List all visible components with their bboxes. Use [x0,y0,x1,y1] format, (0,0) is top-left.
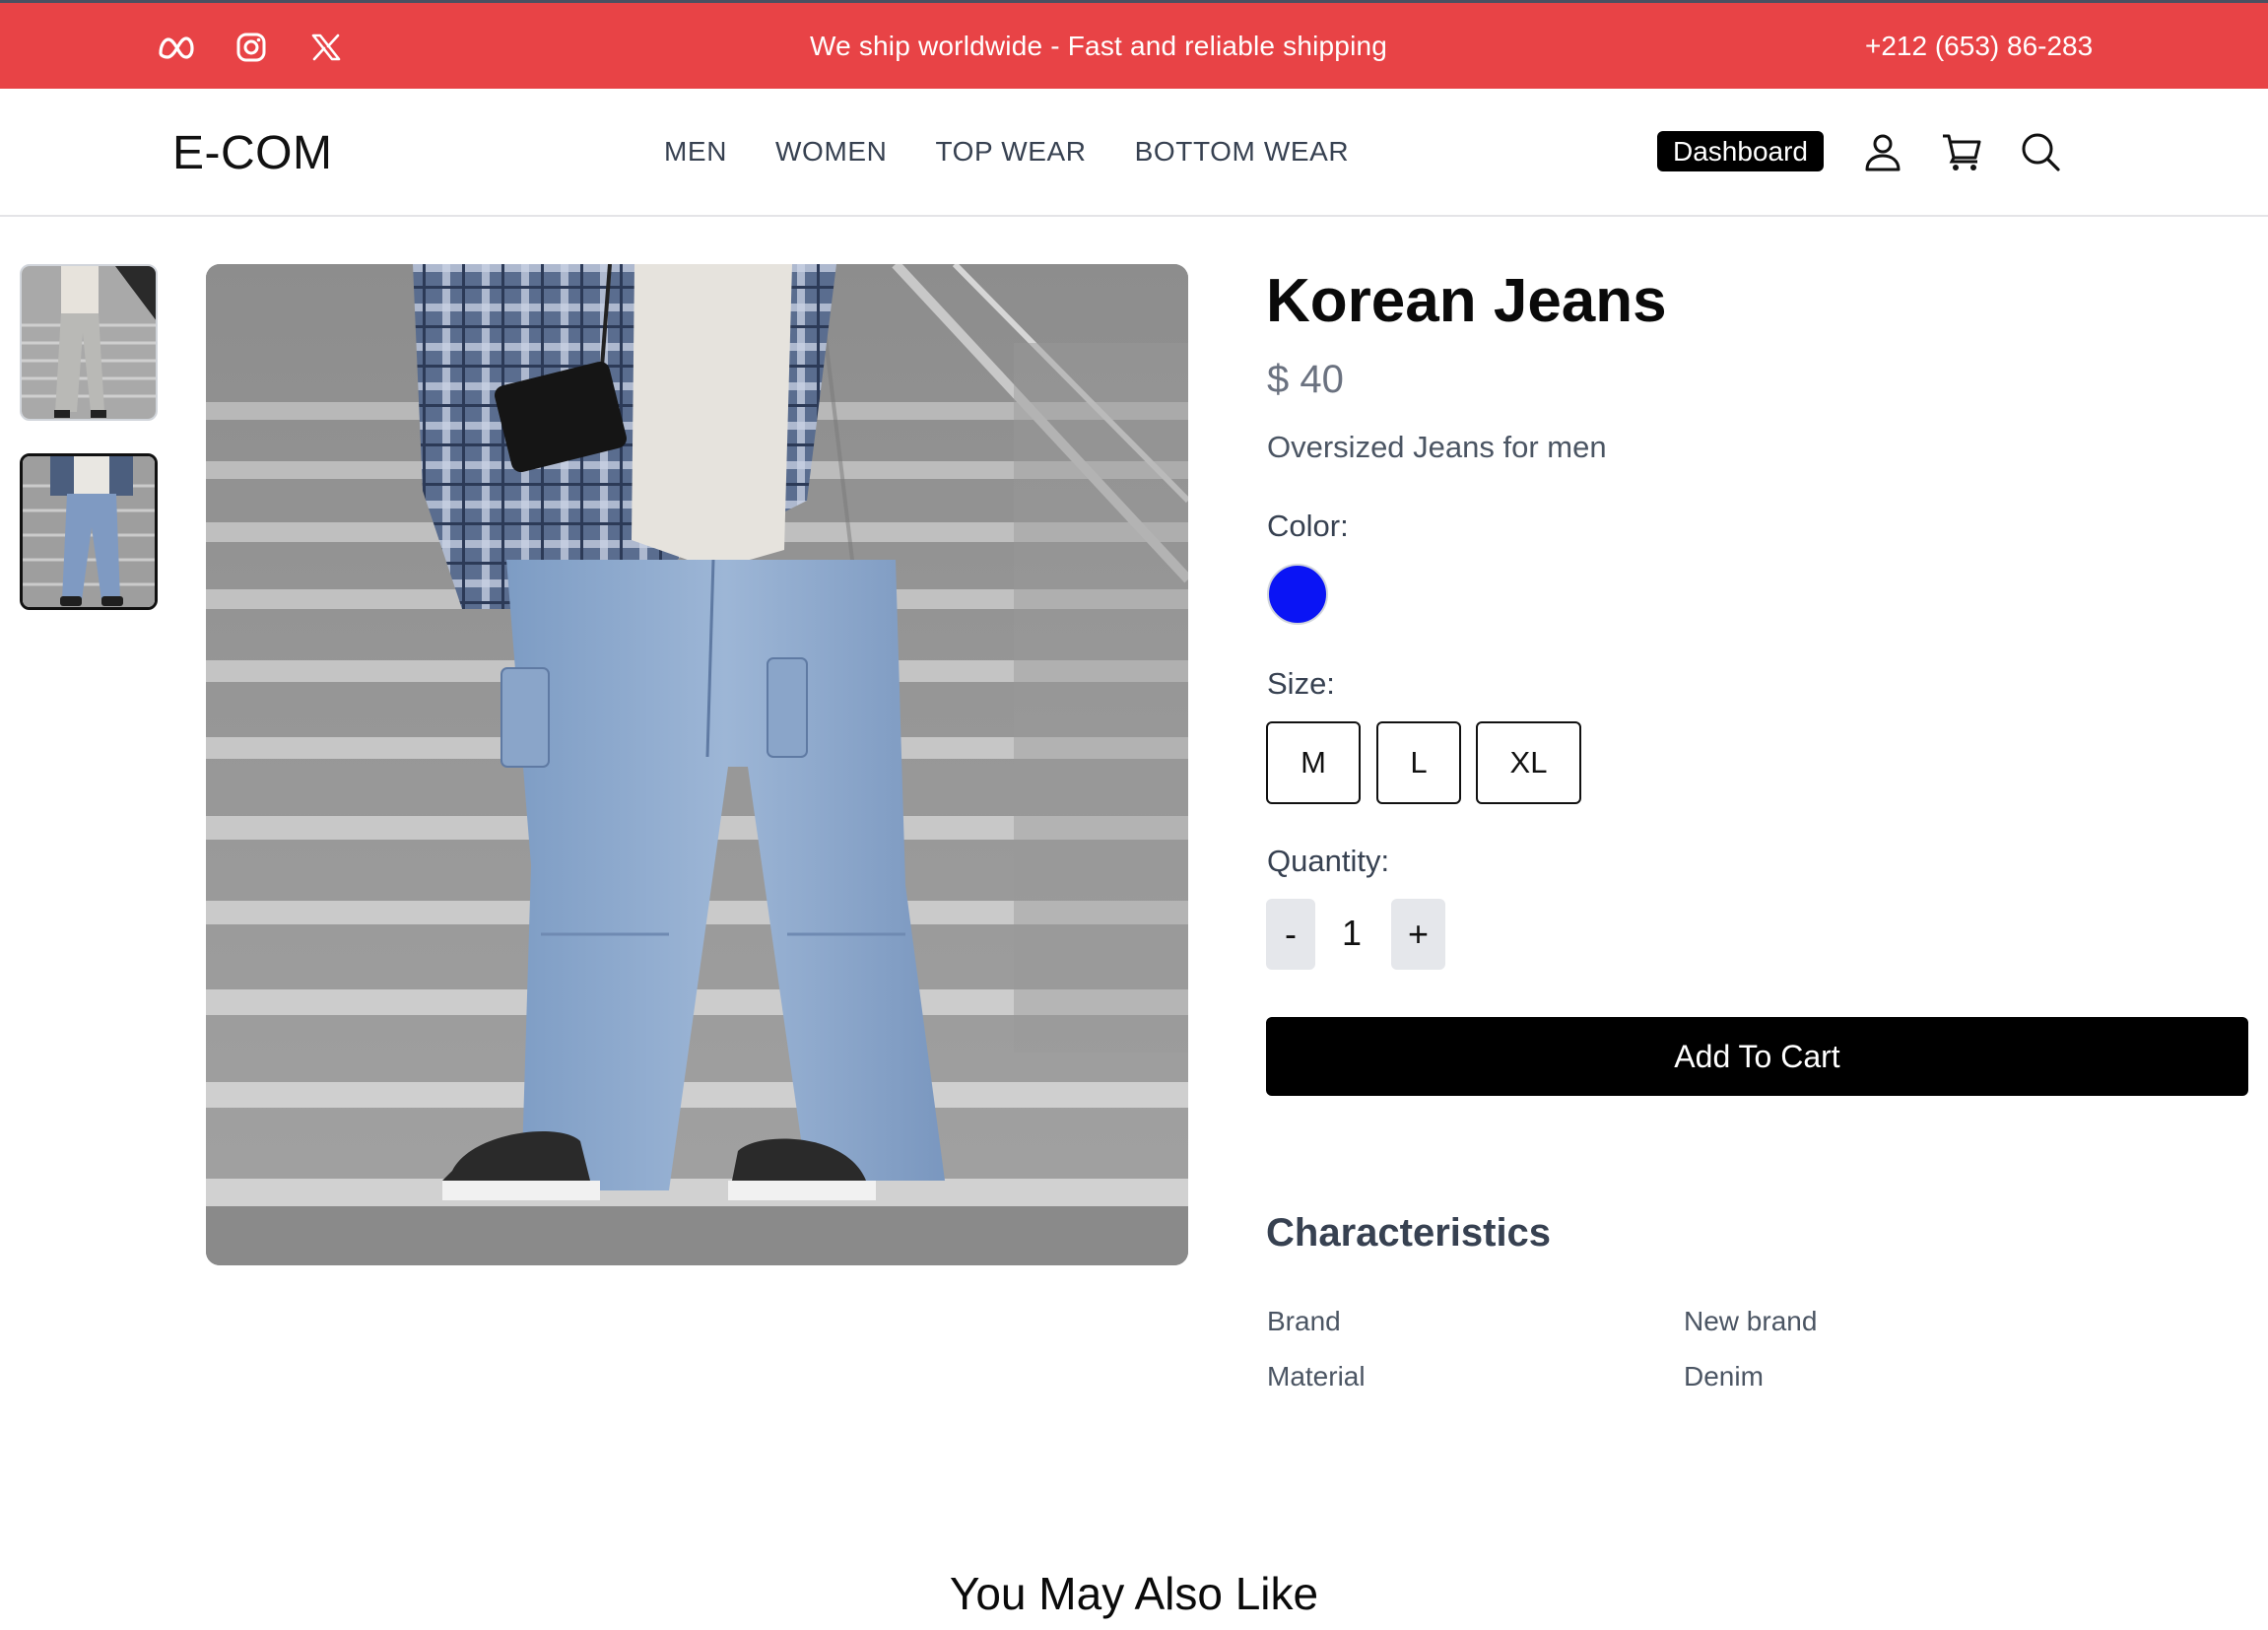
product-title: Korean Jeans [1266,267,1667,335]
nav-item-bottom-wear[interactable]: BOTTOM WEAR [1135,136,1350,168]
quantity-increase-button[interactable]: + [1391,899,1445,970]
color-swatch-blue[interactable] [1267,564,1328,625]
phone-number[interactable]: +212 (653) 86-283 [1865,31,2093,62]
thumbnail-1-image [22,266,156,419]
quantity-label: Quantity: [1267,844,1390,878]
cart-icon[interactable] [1940,130,1983,173]
color-label: Color: [1267,509,1349,543]
main-nav: MEN WOMEN TOP WEAR BOTTOM WEAR [664,136,1349,168]
thumbnail-2[interactable] [20,453,158,610]
characteristic-value-material: Denim [1684,1361,1764,1392]
characteristic-key-material: Material [1267,1361,1366,1392]
product-description: Oversized Jeans for men [1267,430,1607,464]
search-icon[interactable] [2019,130,2062,173]
dashboard-button[interactable]: Dashboard [1657,131,1824,171]
add-to-cart-button[interactable]: Add To Cart [1266,1017,2248,1096]
size-option-m[interactable]: M [1266,721,1361,804]
related-products-title: You May Also Like [949,1568,1319,1619]
size-option-xl[interactable]: XL [1476,721,1581,804]
size-option-l[interactable]: L [1376,721,1461,804]
logo[interactable]: E-COM [172,126,332,180]
characteristics-title: Characteristics [1266,1211,1552,1255]
product-main-image [206,264,1188,1265]
nav-item-men[interactable]: MEN [664,136,727,168]
characteristic-key-brand: Brand [1267,1306,1341,1336]
site-header: E-COM MEN WOMEN TOP WEAR BOTTOM WEAR Das… [0,89,2268,217]
quantity-decrease-button[interactable]: - [1266,899,1315,970]
characteristic-value-brand: New brand [1684,1306,1818,1336]
product-photo [206,264,1188,1265]
thumbnail-2-image [23,456,155,607]
size-label: Size: [1267,666,1335,701]
nav-item-women[interactable]: WOMEN [775,136,887,168]
announcement-bar: We ship worldwide - Fast and reliable sh… [0,0,2268,89]
thumbnail-1[interactable] [20,264,158,421]
quantity-value: 1 [1342,913,1363,953]
product-price: $ 40 [1267,358,1344,401]
user-icon[interactable] [1861,130,1904,173]
nav-item-top-wear[interactable]: TOP WEAR [935,136,1086,168]
